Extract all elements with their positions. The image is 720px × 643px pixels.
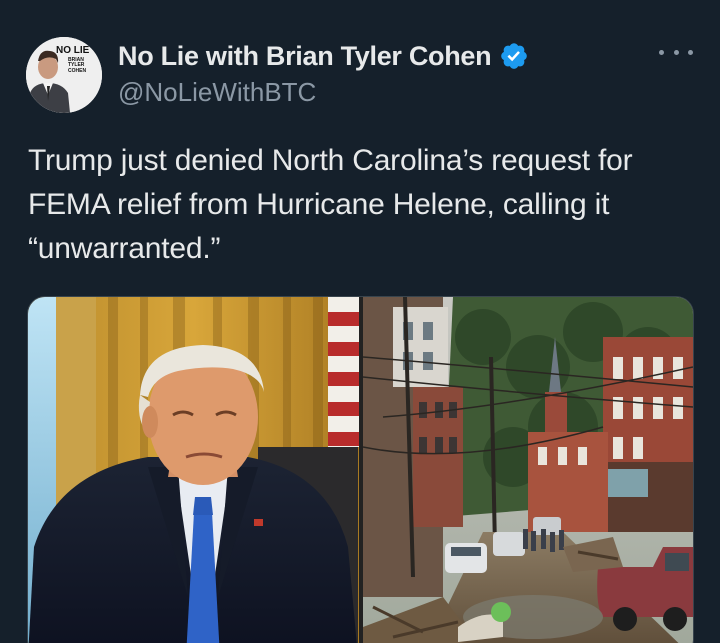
author-handle[interactable]: @NoLieWithBTC: [118, 77, 316, 108]
avatar[interactable]: NO LIE BRIAN TYLER COHEN: [26, 37, 102, 113]
author-display-name[interactable]: No Lie with Brian Tyler Cohen: [118, 41, 492, 72]
tweet-text: Trump just denied North Carolina’s reque…: [28, 144, 633, 265]
verified-badge-icon[interactable]: [499, 41, 529, 71]
avatar-logo: NO LIE BRIAN TYLER COHEN: [56, 45, 90, 74]
media-photo-portrait[interactable]: [28, 297, 359, 643]
tweet-card: NO LIE BRIAN TYLER COHEN No Lie with Bri…: [0, 0, 720, 643]
author-name-row: No Lie with Brian Tyler Cohen: [118, 38, 529, 74]
media-photo-flood-street[interactable]: [363, 297, 693, 643]
more-options-icon[interactable]: [659, 40, 693, 64]
media-grid[interactable]: [27, 296, 694, 643]
